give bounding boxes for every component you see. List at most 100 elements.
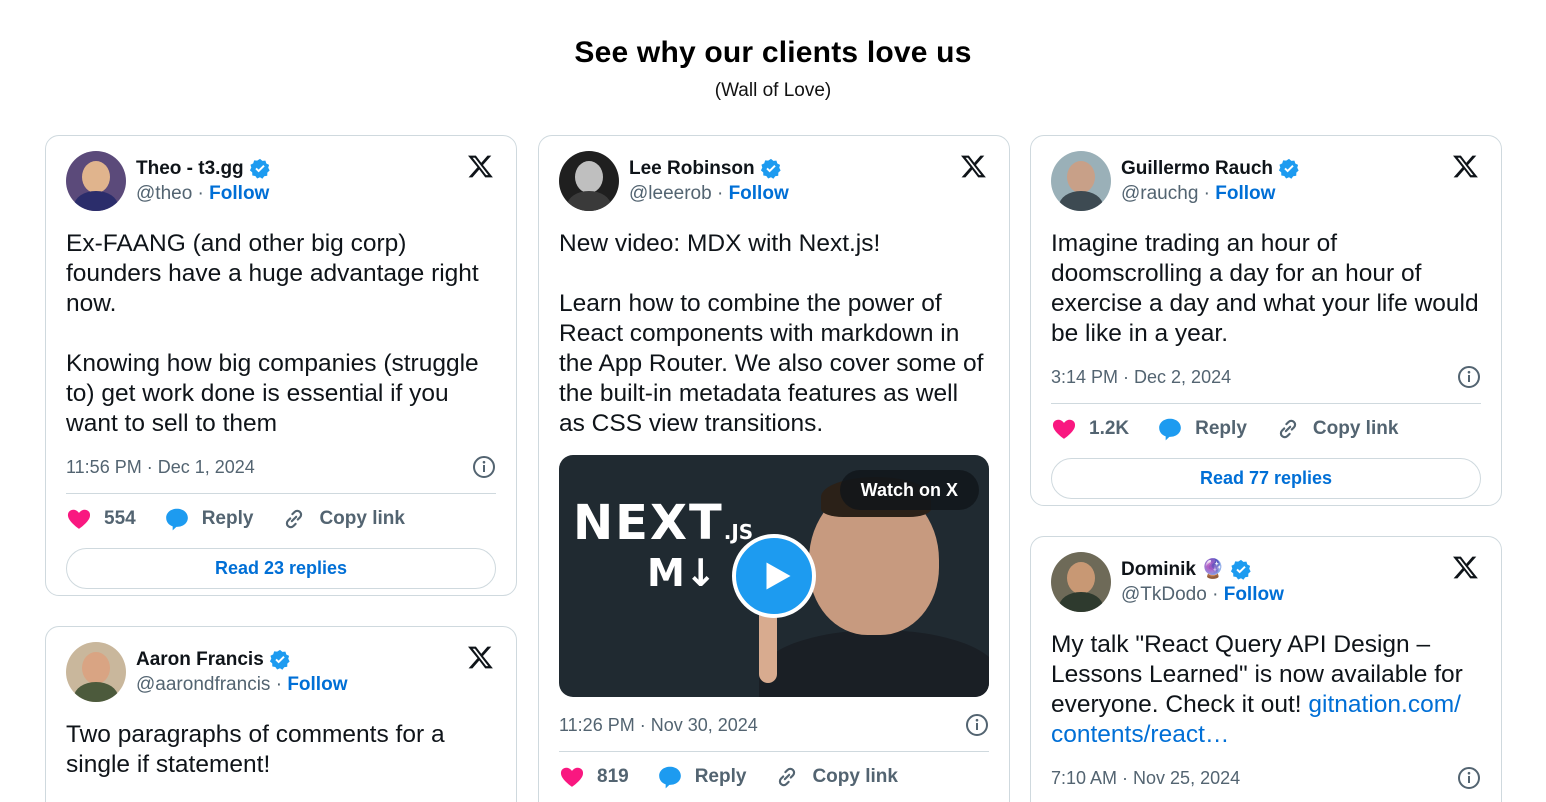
author-handle[interactable]: @TkDodo: [1121, 584, 1207, 605]
author-name[interactable]: Theo - t3.gg: [136, 156, 244, 181]
verified-badge-icon: [1230, 559, 1251, 580]
reply-bubble-icon: [165, 508, 188, 531]
verified-badge-icon: [760, 158, 781, 179]
reply-bubble-icon: [658, 766, 681, 789]
tweet-meta: 7:10 AM · Nov 25, 2024: [1051, 766, 1481, 802]
tweet-card-dominik: Dominik 🔮 @TkDodo · Follow My talk "Reac…: [1030, 536, 1502, 802]
author-info: Theo - t3.gg @theo · Follow: [136, 156, 270, 204]
like-button[interactable]: 554: [66, 506, 136, 532]
verified-badge-icon: [269, 649, 290, 670]
author-handle[interactable]: @leeerob: [629, 183, 712, 204]
tweet-header: Theo - t3.gg @theo · Follow: [66, 151, 496, 211]
tweet-actions: 819 Reply Copy link: [559, 752, 989, 802]
tweet-actions: 554 Reply Copy link: [66, 494, 496, 544]
reply-bubble-icon: [1159, 418, 1181, 441]
copy-link-label: Copy link: [319, 508, 405, 529]
tweet-card-aaron: Aaron Francis @aarondfrancis · Follow Tw…: [45, 626, 517, 802]
tweet-header: Guillermo Rauch @rauchg · Follow: [1051, 151, 1481, 211]
x-logo-icon[interactable]: [467, 153, 494, 180]
info-icon[interactable]: [965, 713, 989, 737]
avatar[interactable]: [1051, 151, 1111, 211]
tweet-actions: 1.2K Reply Copy link: [1051, 404, 1481, 454]
tweet-header: Lee Robinson @leeerob · Follow: [559, 151, 989, 211]
like-count: 1.2K: [1089, 418, 1130, 439]
author-handle[interactable]: @theo: [136, 183, 192, 204]
tweet-text: Two paragraphs of comments for a single …: [66, 721, 445, 778]
tweet-card-theo: Theo - t3.gg @theo · Follow Ex-FAANG (an…: [45, 135, 517, 596]
follow-button[interactable]: Follow: [287, 674, 347, 695]
section-header: See why our clients love us (Wall of Lov…: [0, 36, 1546, 102]
copy-link-label: Copy link: [1312, 418, 1399, 439]
x-logo-icon[interactable]: [467, 644, 494, 671]
tweet-timestamp[interactable]: 11:56 PM · Dec 1, 2024: [66, 457, 255, 478]
author-info: Dominik 🔮 @TkDodo · Follow: [1121, 557, 1284, 605]
like-button[interactable]: 819: [559, 764, 629, 790]
tweet-meta: 11:56 PM · Dec 1, 2024: [66, 455, 496, 494]
heart-icon: [67, 509, 91, 529]
avatar[interactable]: [559, 151, 619, 211]
author-name[interactable]: Lee Robinson: [629, 156, 755, 181]
reply-label: Reply: [1195, 418, 1247, 439]
author-name[interactable]: Guillermo Rauch: [1121, 156, 1273, 181]
link-icon: [779, 767, 796, 787]
x-logo-icon[interactable]: [1452, 153, 1479, 180]
video-thumbnail[interactable]: NEXT.JS M↓ Watch on X: [559, 455, 989, 697]
copy-link-button[interactable]: Copy link: [774, 764, 898, 790]
x-logo-icon[interactable]: [960, 153, 987, 180]
page-subtitle: (Wall of Love): [714, 80, 832, 101]
reply-button[interactable]: Reply: [1157, 416, 1247, 442]
like-count: 554: [104, 508, 136, 529]
author-name[interactable]: Aaron Francis: [136, 647, 264, 672]
tweet-timestamp[interactable]: 11:26 PM · Nov 30, 2024: [559, 715, 758, 736]
watch-on-x-button[interactable]: Watch on X: [839, 470, 979, 510]
like-button[interactable]: 1.2K: [1051, 416, 1129, 442]
tweet-timestamp[interactable]: 7:10 AM · Nov 25, 2024: [1051, 768, 1240, 789]
follow-button[interactable]: Follow: [209, 183, 269, 204]
read-replies-button[interactable]: Read 23 replies: [66, 548, 496, 589]
follow-button[interactable]: Follow: [1224, 584, 1284, 605]
copy-link-button[interactable]: Copy link: [281, 506, 405, 532]
link-icon: [286, 509, 303, 529]
tweet-card-lee: Lee Robinson @leeerob · Follow New video…: [538, 135, 1010, 802]
reply-label: Reply: [694, 766, 747, 787]
info-icon[interactable]: [1457, 766, 1481, 790]
author-handle[interactable]: @rauchg: [1121, 183, 1198, 204]
reply-button[interactable]: Reply: [657, 764, 747, 790]
play-button[interactable]: [732, 534, 816, 618]
avatar[interactable]: [1051, 552, 1111, 612]
reply-button[interactable]: Reply: [164, 506, 254, 532]
author-info: Aaron Francis @aarondfrancis · Follow: [136, 647, 348, 695]
tweet-meta: 3:14 PM · Dec 2, 2024: [1051, 365, 1481, 404]
verified-badge-icon: [249, 158, 270, 179]
tweet-text: Ex-FAANG (and other big corp) founders h…: [66, 230, 479, 437]
mdx-logo-text: M↓: [647, 551, 717, 595]
info-icon[interactable]: [472, 455, 496, 479]
follow-button[interactable]: Follow: [1215, 183, 1275, 204]
tweet-text: New video: MDX with Next.js! Learn how t…: [559, 230, 984, 437]
heart-icon: [1052, 419, 1076, 439]
tweet-text: Imagine trading an hour of doomscrolling…: [1051, 230, 1479, 347]
heart-icon: [560, 767, 584, 787]
reply-label: Reply: [201, 508, 254, 529]
tweet-header: Dominik 🔮 @TkDodo · Follow: [1051, 552, 1481, 612]
video-person-shirt: [759, 630, 989, 697]
follow-button[interactable]: Follow: [729, 183, 789, 204]
tweet-timestamp[interactable]: 3:14 PM · Dec 2, 2024: [1051, 367, 1231, 388]
copy-link-label: Copy link: [812, 766, 898, 787]
x-logo-icon[interactable]: [1452, 554, 1479, 581]
copy-link-button[interactable]: Copy link: [1275, 416, 1399, 442]
read-replies-button[interactable]: Read 77 replies: [1051, 458, 1481, 499]
avatar[interactable]: [66, 151, 126, 211]
nextjs-logo-text: NEXT.JS: [573, 495, 754, 551]
tweet-text: My talk "React Query API Design – Lesson…: [1051, 631, 1463, 748]
info-icon[interactable]: [1457, 365, 1481, 389]
author-name[interactable]: Dominik 🔮: [1121, 557, 1225, 582]
like-count: 819: [597, 766, 629, 787]
author-handle[interactable]: @aarondfrancis: [136, 674, 270, 695]
page-title: See why our clients love us: [574, 36, 972, 69]
avatar[interactable]: [66, 642, 126, 702]
tweet-header: Aaron Francis @aarondfrancis · Follow: [66, 642, 496, 702]
tweet-meta: 11:26 PM · Nov 30, 2024: [559, 713, 989, 752]
link-icon: [1279, 419, 1297, 439]
author-info: Lee Robinson @leeerob · Follow: [629, 156, 789, 204]
